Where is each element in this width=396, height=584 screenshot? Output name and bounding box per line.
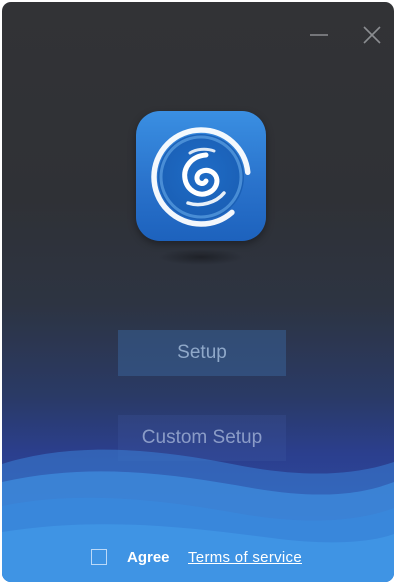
app-logo (136, 111, 266, 241)
agree-label: Agree (127, 549, 170, 566)
logo-reflection (158, 249, 244, 265)
minimize-icon (310, 34, 328, 36)
minimize-button[interactable] (308, 24, 330, 46)
agree-checkbox[interactable] (91, 549, 107, 565)
close-button[interactable] (361, 24, 383, 46)
app-logo-swirl-icon (151, 127, 251, 227)
terms-of-service-link[interactable]: Terms of service (188, 549, 302, 566)
agreement-row: Agree Terms of service (2, 546, 394, 570)
setup-button[interactable]: Setup (118, 330, 286, 376)
installer-window: Setup Custom Setup Agree Terms of servic… (2, 2, 394, 582)
close-icon (363, 26, 381, 44)
